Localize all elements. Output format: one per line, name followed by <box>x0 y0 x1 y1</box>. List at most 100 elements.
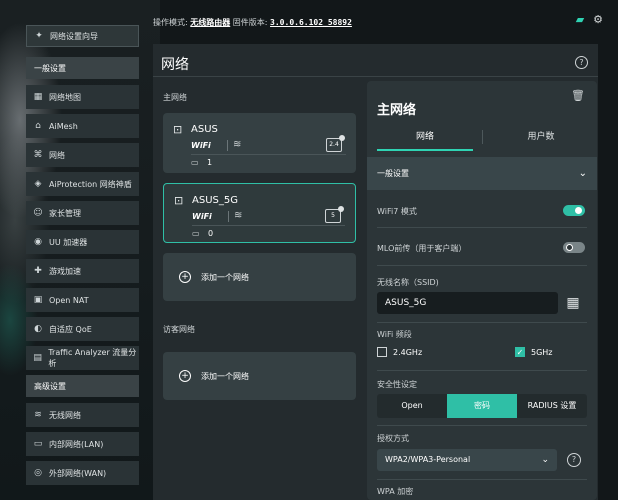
qoe-icon: ◐ <box>34 324 42 334</box>
sidebar-item-label: 内部网络(LAN) <box>49 439 104 449</box>
mode-value[interactable]: 无线路由器 <box>190 18 230 27</box>
qr-code-icon[interactable]: ▦ <box>565 295 581 311</box>
wifi-icon: ≋ <box>34 410 42 420</box>
divider <box>377 425 587 426</box>
sidebar-item-aimesh[interactable]: ⌂ AiMesh <box>26 114 139 138</box>
network-status-icon[interactable]: ▰ <box>574 14 586 26</box>
sidebar-item-label: Open NAT <box>49 295 89 305</box>
sidebar-item-wireless[interactable]: ≋ 无线网络 <box>26 403 139 427</box>
checkbox-box <box>377 347 387 357</box>
network-icon: ⌘ <box>33 150 43 160</box>
wifi7-label: WiFi7 模式 <box>377 207 417 216</box>
auth-method-value: WPA2/WPA3-Personal <box>385 455 471 464</box>
page-title: 网络 <box>161 57 189 73</box>
wifi-badge: WiFi <box>191 141 211 150</box>
network-name: ASUS_5G <box>192 195 238 206</box>
shield-icon: ◈ <box>34 179 42 189</box>
add-guest-network-button[interactable]: + 添加一个网络 <box>163 352 356 400</box>
tab-network[interactable]: 网络 <box>377 125 473 151</box>
network-card-asus[interactable]: ⊡ ASUS WiFi ≋ 2.4 ▭ 1 <box>163 113 356 173</box>
network-card-icon: ⊡ <box>173 123 183 136</box>
security-label: 安全性设定 <box>377 380 417 389</box>
group-label: 一般设置 <box>377 169 409 178</box>
sidebar-item-label: 网络 <box>49 150 65 160</box>
wizard-icon: ✦ <box>35 31 43 41</box>
band-badge: 5 <box>325 206 344 223</box>
sidebar-item-traffic-analyzer[interactable]: ▤ Traffic Analyzer 流量分析 <box>26 346 139 370</box>
network-card-asus-5g[interactable]: ⊡ ASUS_5G WiFi ≋ 5 ▭ 0 <box>163 183 356 243</box>
parental-icon: ☺ <box>33 208 43 218</box>
device-count: 1 <box>207 158 213 167</box>
checkbox-label: 2.4GHz <box>393 347 423 357</box>
security-segmented-control: Open 密码 RADIUS 设置 <box>377 394 587 418</box>
sidebar-item-label: 自适应 QoE <box>49 324 92 334</box>
divider <box>377 227 587 228</box>
divider <box>377 322 587 323</box>
detail-title: 主网络 <box>377 103 417 118</box>
mlo-toggle[interactable] <box>563 242 585 253</box>
divider <box>377 479 587 480</box>
device-count: 0 <box>208 229 214 238</box>
security-option-open[interactable]: Open <box>377 394 447 418</box>
auth-label: 授权方式 <box>377 434 409 443</box>
band-label: WiFi 频段 <box>377 330 412 339</box>
network-name: ASUS <box>191 124 218 135</box>
band-2-4ghz-checkbox[interactable]: 2.4GHz <box>377 347 422 357</box>
firmware-label: 固件版本: <box>232 18 268 27</box>
sidebar-item-network-map[interactable]: ▦ 网络地图 <box>26 85 139 109</box>
auth-method-select[interactable]: WPA2/WPA3-Personal ⌄ <box>377 449 557 471</box>
sidebar-item-qoe[interactable]: ◐ 自适应 QoE <box>26 317 139 341</box>
sidebar-item-aiprotection[interactable]: ◈ AiProtection 网络神盾 <box>26 172 139 196</box>
sidebar-section-general: 一般设置 <box>26 57 139 79</box>
help-icon[interactable]: ? <box>567 453 581 467</box>
add-network-label: 添加一个网络 <box>201 371 249 381</box>
ssid-input[interactable] <box>377 292 558 314</box>
nat-icon: ▣ <box>33 295 43 305</box>
sidebar-item-label: 无线网络 <box>49 410 81 420</box>
devices-icon: ▭ <box>192 229 200 238</box>
wpa-encryption-label: WPA 加密 <box>377 487 414 496</box>
chevron-down-icon: ⌄ <box>578 168 587 179</box>
sidebar-item-label: UU 加速器 <box>49 237 88 247</box>
chart-icon: ▤ <box>33 353 42 363</box>
sidebar-item-network[interactable]: ⌘ 网络 <box>26 143 139 167</box>
wifi7-toggle[interactable] <box>563 205 585 216</box>
sidebar-section-advanced: 高级设置 <box>26 375 139 397</box>
sidebar-item-open-nat[interactable]: ▣ Open NAT <box>26 288 139 312</box>
divider <box>153 76 598 77</box>
divider <box>228 211 229 222</box>
security-option-password[interactable]: 密码 <box>447 394 517 418</box>
security-option-radius[interactable]: RADIUS 设置 <box>517 394 587 418</box>
sidebar-item-game-boost[interactable]: ✚ 游戏加速 <box>26 259 139 283</box>
general-settings-header[interactable]: 一般设置 ⌄ <box>367 157 597 190</box>
aimesh-icon: ⌂ <box>35 121 41 131</box>
sidebar: ✦ 网络设置向导 一般设置 ▦ 网络地图 ⌂ AiMesh ⌘ 网络 ◈ AiP… <box>26 25 139 490</box>
uu-icon: ◉ <box>34 237 42 247</box>
gear-icon[interactable]: ⚙ <box>592 14 604 26</box>
network-detail-panel: 主网络 🗑 网络 用户数 一般设置 ⌄ WiFi7 模式 MLO前传（用于客户端… <box>367 81 597 500</box>
gamepad-icon: ✚ <box>34 266 42 276</box>
sidebar-item-parental[interactable]: ☺ 家长管理 <box>26 201 139 225</box>
ssid-label: 无线名称（SSID) <box>377 278 439 287</box>
tab-clients[interactable]: 用户数 <box>495 125 587 149</box>
band-5ghz-checkbox[interactable]: ✓ 5GHz <box>515 347 553 357</box>
wifi-badge: WiFi <box>192 212 212 221</box>
add-network-button[interactable]: + 添加一个网络 <box>163 253 356 301</box>
guest-network-label: 访客网络 <box>163 325 195 334</box>
divider <box>482 130 483 144</box>
trash-icon[interactable]: 🗑 <box>571 89 585 102</box>
mode-label: 操作模式: <box>153 18 188 27</box>
help-icon[interactable]: ? <box>575 56 588 69</box>
firmware-value[interactable]: 3.0.0.6.102_58892 <box>270 18 352 27</box>
sidebar-item-wizard[interactable]: ✦ 网络设置向导 <box>26 25 139 47</box>
network-card-icon: ⊡ <box>174 194 184 207</box>
sidebar-item-label: 网络地图 <box>49 92 81 102</box>
sidebar-item-label: 网络设置向导 <box>50 31 98 41</box>
add-network-label: 添加一个网络 <box>201 272 249 282</box>
sidebar-item-label: 外部网络(WAN) <box>49 468 107 478</box>
chevron-down-icon: ⌄ <box>541 455 549 465</box>
sidebar-item-lan[interactable]: ▭ 内部网络(LAN) <box>26 432 139 456</box>
sidebar-item-wan[interactable]: ◎ 外部网络(WAN) <box>26 461 139 485</box>
divider <box>191 154 346 155</box>
sidebar-item-uu[interactable]: ◉ UU 加速器 <box>26 230 139 254</box>
